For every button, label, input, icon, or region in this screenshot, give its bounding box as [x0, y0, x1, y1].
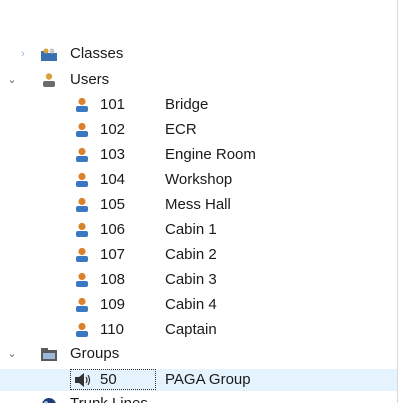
- user-number: 104: [100, 171, 126, 188]
- user-name: Mess Hall: [165, 196, 231, 213]
- user-icon: [76, 147, 88, 162]
- expanded-chevron-icon[interactable]: ⌄: [5, 69, 19, 91]
- tree-node-user[interactable]: 109 Cabin 4: [0, 294, 397, 316]
- group-name: PAGA Group: [165, 371, 251, 388]
- user-name: Cabin 3: [165, 271, 217, 288]
- tree-node-user[interactable]: 108 Cabin 3: [0, 269, 397, 291]
- tree-node-user[interactable]: 105 Mess Hall: [0, 194, 397, 216]
- trunk-lines-icon: [42, 398, 56, 403]
- user-name: Captain: [165, 321, 217, 338]
- collapsed-arrow-icon[interactable]: ›: [16, 43, 30, 65]
- users-group-icon: [43, 73, 55, 87]
- user-number: 108: [100, 271, 126, 288]
- tree-node-user[interactable]: 107 Cabin 2: [0, 244, 397, 266]
- user-number: 102: [100, 121, 126, 138]
- user-icon: [76, 222, 88, 237]
- user-name: Engine Room: [165, 146, 256, 163]
- tree-node-groups[interactable]: ⌄ Groups: [0, 343, 397, 365]
- tree-node-user[interactable]: 110 Captain: [0, 319, 397, 341]
- tree-node-user[interactable]: 101 Bridge: [0, 94, 397, 116]
- user-name: ECR: [165, 121, 197, 138]
- classes-folder-icon: [41, 48, 57, 61]
- user-name: Cabin 4: [165, 296, 217, 313]
- tree-node-user[interactable]: 102 ECR: [0, 119, 397, 141]
- user-icon: [76, 197, 88, 212]
- classes-label: Classes: [70, 45, 124, 62]
- groups-folder-icon: [41, 348, 57, 361]
- tree-node-users[interactable]: ⌄ Users: [0, 69, 397, 91]
- user-icon: [76, 322, 88, 337]
- tree-view[interactable]: › Classes ⌄ Users 101 Bridge 102 ECR 103 Engi…: [0, 0, 398, 403]
- user-number: 109: [100, 296, 126, 313]
- speaker-icon: [75, 373, 91, 387]
- user-name: Cabin 1: [165, 221, 217, 238]
- user-name: Cabin 2: [165, 246, 217, 263]
- tree-node-classes[interactable]: › Classes: [0, 43, 397, 65]
- tree-node-user[interactable]: 104 Workshop: [0, 169, 397, 191]
- groups-label: Groups: [70, 345, 120, 362]
- user-icon: [76, 272, 88, 287]
- users-label: Users: [70, 71, 110, 88]
- trunk-lines-label: Trunk Lines: [70, 393, 148, 403]
- user-icon: [76, 97, 88, 112]
- user-icon: [76, 297, 88, 312]
- tree-node-group-50[interactable]: 50 PAGA Group: [0, 369, 397, 391]
- expanded-chevron-icon[interactable]: ⌄: [5, 343, 19, 365]
- user-icon: [76, 172, 88, 187]
- user-number: 105: [100, 196, 126, 213]
- tree-node-user[interactable]: 103 Engine Room: [0, 144, 397, 166]
- user-number: 103: [100, 146, 126, 163]
- user-icon: [76, 122, 88, 137]
- user-name: Bridge: [165, 96, 209, 113]
- user-name: Workshop: [165, 171, 233, 188]
- user-number: 106: [100, 221, 126, 238]
- tree-node-user[interactable]: 106 Cabin 1: [0, 219, 397, 241]
- group-number: 50: [100, 371, 117, 388]
- tree-node-trunk-lines[interactable]: Trunk Lines: [0, 393, 397, 403]
- user-number: 110: [100, 321, 124, 338]
- user-number: 107: [100, 246, 126, 263]
- user-icon: [76, 247, 88, 262]
- user-number: 101: [100, 96, 126, 113]
